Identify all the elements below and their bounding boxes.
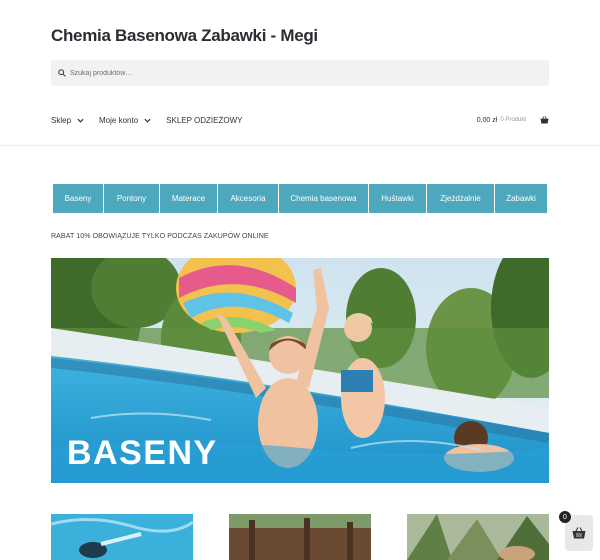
category-bar: Baseny Pontony Materace Akcesoria Chemia… xyxy=(53,184,547,213)
product-image xyxy=(229,514,371,560)
nav-item-sklep-odziezowy[interactable]: SKLEP ODZIEŻOWY xyxy=(166,116,242,125)
category-pontony[interactable]: Pontony xyxy=(104,184,160,213)
nav-item-label: SKLEP ODZIEŻOWY xyxy=(166,116,243,125)
search-icon xyxy=(58,69,66,77)
product-thumbnail[interactable] xyxy=(407,514,549,560)
site-title[interactable]: Chemia Basenowa Zabawki - Megi xyxy=(51,26,318,46)
nav-item-label: Moje konto xyxy=(99,116,139,125)
basket-icon xyxy=(540,116,549,124)
primary-nav: Sklep Moje konto SKLEP ODZIEŻOWY xyxy=(51,116,257,125)
cart-count: 0 Produkt xyxy=(500,117,526,123)
category-zabawki[interactable]: Zabawki xyxy=(495,184,547,213)
hero-banner[interactable]: BASENY xyxy=(51,258,549,483)
nav-item-label: Sklep xyxy=(51,116,72,125)
category-akcesoria[interactable]: Akcesoria xyxy=(218,184,279,213)
header-divider xyxy=(0,145,600,146)
category-chemia-basenowa[interactable]: Chemia basenowa xyxy=(279,184,369,213)
product-thumbnail[interactable] xyxy=(51,514,193,560)
promo-text: RABAT 10% OBOWIĄZUJE TYLKO PODCZAS ZAKUP… xyxy=(51,233,269,240)
nav-item-sklep[interactable]: Sklep xyxy=(51,116,84,125)
search-box[interactable] xyxy=(51,60,549,86)
product-image xyxy=(51,514,193,560)
basket-icon xyxy=(572,527,586,539)
floating-cart-count: 0 xyxy=(559,511,571,523)
category-baseny[interactable]: Baseny xyxy=(53,184,104,213)
category-materace[interactable]: Materace xyxy=(160,184,218,213)
category-zjezdzalnie[interactable]: Zjeżdżalnie xyxy=(427,184,495,213)
product-thumbnail[interactable] xyxy=(229,514,371,560)
nav-item-moje-konto[interactable]: Moje konto xyxy=(99,116,151,125)
hero-caption: BASENY xyxy=(67,434,218,472)
product-image xyxy=(407,514,549,560)
category-hustawki[interactable]: Huśtawki xyxy=(369,184,427,213)
cart-amount: 0,00 zł xyxy=(476,116,498,124)
search-input[interactable] xyxy=(70,69,530,77)
chevron-down-icon xyxy=(144,118,151,123)
header-cart[interactable]: 0,00 zł 0 Produkt xyxy=(477,116,549,124)
chevron-down-icon xyxy=(77,118,84,123)
